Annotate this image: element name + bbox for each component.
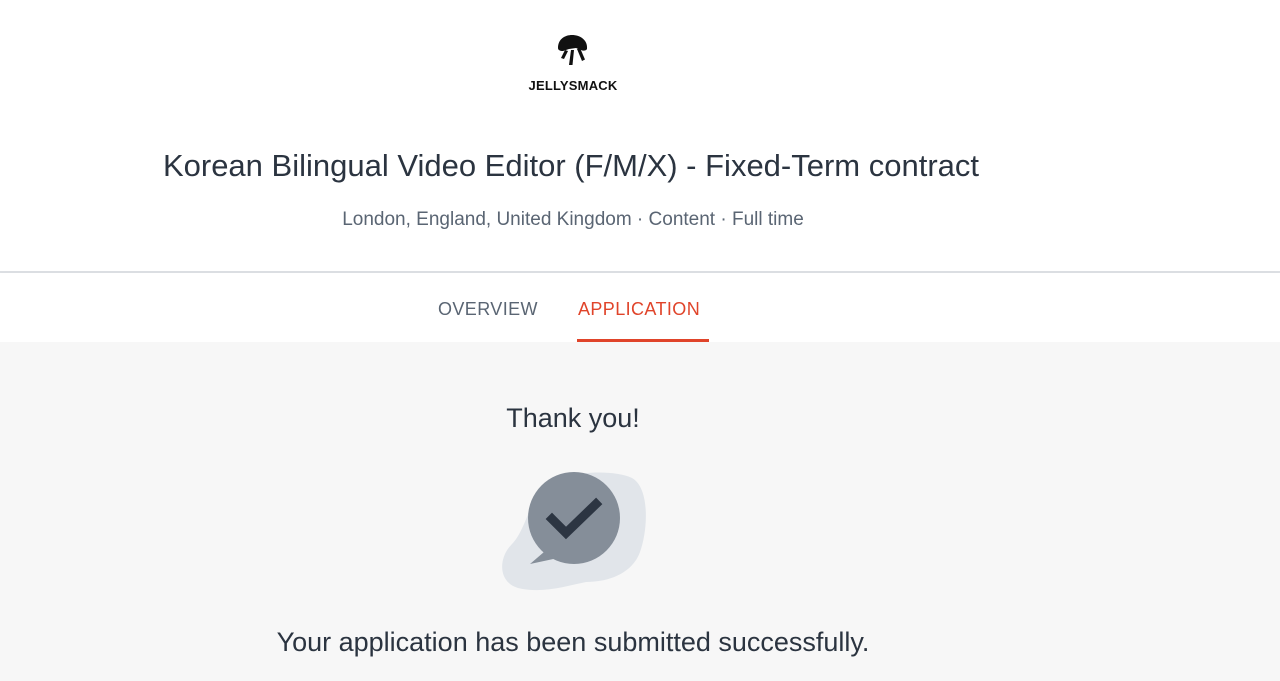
tab-application[interactable]: APPLICATION xyxy=(578,299,700,320)
job-title: Korean Bilingual Video Editor (F/M/X) - … xyxy=(162,148,980,183)
success-message: Your application has been submitted succ… xyxy=(276,627,870,657)
chat-bubble-check-icon xyxy=(502,472,646,591)
tab-overview[interactable]: OVERVIEW xyxy=(438,299,538,320)
company-logo[interactable]: JELLYSMACK xyxy=(520,32,626,96)
company-wordmark: JELLYSMACK xyxy=(528,78,618,93)
job-meta: London, England, United Kingdom · Conten… xyxy=(342,209,804,230)
job-header: JELLYSMACK Korean Bilingual Video Editor… xyxy=(0,0,1280,272)
tab-bar: OVERVIEW APPLICATION xyxy=(0,273,1280,342)
thank-you-heading: Thank you! xyxy=(506,403,640,433)
confirmation-panel: Thank you! Your application has been sub… xyxy=(0,342,1280,681)
jellyfish-logo-icon xyxy=(558,35,588,65)
